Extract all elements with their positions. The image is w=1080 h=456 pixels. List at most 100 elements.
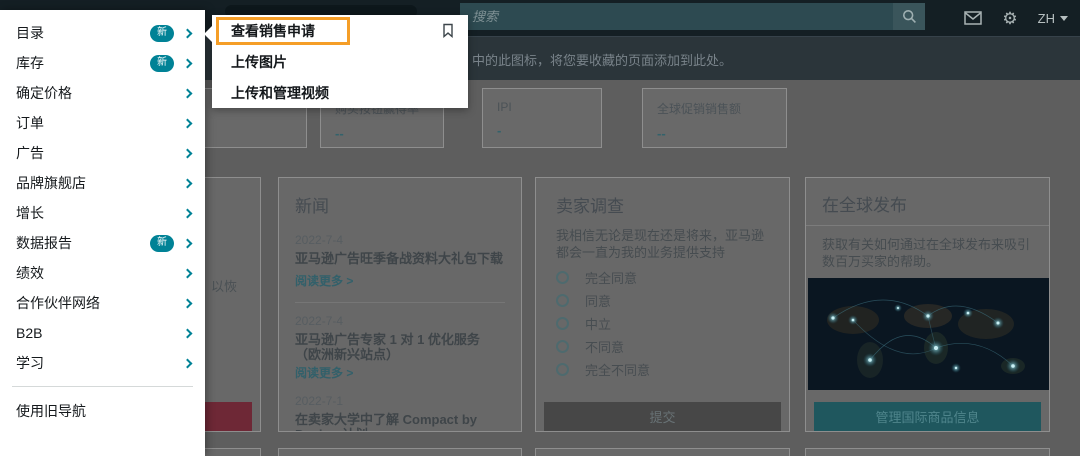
news-date: 2022-7-1 [295,394,344,408]
news-item: 2022-7-4 亚马逊广告旺季备战资料大礼包下载 阅读更多 > [295,233,505,290]
chevron-right-icon [182,58,193,68]
bookmark-banner-text: 中的此图标，将您要收藏的页面添加到此处。 [472,53,733,68]
chevron-right-icon [182,88,193,98]
submenu-item-upload-images[interactable]: 上传图片 [212,46,468,77]
sidebar-item-label: 数据报告 [16,235,72,251]
sidebar-item-label: 目录 [16,25,44,41]
sidebar-item-reports[interactable]: 数据报告 新 [0,228,205,258]
messages-button[interactable] [964,11,983,25]
bookmark-icon[interactable] [442,23,454,38]
kpi-value: -- [657,126,666,141]
search-input[interactable] [460,3,893,30]
search-box [460,3,893,30]
sidebar-item-label: 品牌旗舰店 [16,175,86,191]
chevron-right-icon [182,28,193,38]
chevron-right-icon [182,208,193,218]
global-selling-card: 在全球发布 获取有关如何通过在全球发布来吸引数百万买家的帮助。 管理国际商品信息 [805,177,1050,432]
radio-button[interactable] [556,317,569,330]
sidebar-item-label: 学习 [16,355,44,371]
radio-label[interactable]: 完全同意 [585,268,637,287]
sidebar-item-learning[interactable]: 学习 [0,348,205,378]
sidebar-item-stores[interactable]: 品牌旗舰店 [0,168,205,198]
sidebar-item-performance[interactable]: 绩效 [0,258,205,288]
radio-button[interactable] [556,294,569,307]
survey-question: 我相信无论是现在还是将来，亚马逊都会一直为我的业务提供支持 [556,228,765,260]
read-more-link[interactable]: 阅读更多 > [295,364,353,381]
sidebar-item-b2b[interactable]: B2B [0,318,205,348]
sidebar-item-pricing[interactable]: 确定价格 [0,78,205,108]
submenu-item-view-selling-applications[interactable]: 查看销售申请 [212,15,468,46]
global-selling-description: 获取有关如何通过在全球发布来吸引数百万买家的帮助。 [822,237,1031,269]
survey-option: 完全同意 [556,268,769,287]
sidebar-item-label: 合作伙伴网络 [16,295,100,311]
new-badge: 新 [150,24,174,42]
sidebar-item-advertising[interactable]: 广告 [0,138,205,168]
chevron-right-icon [182,328,193,338]
chevron-right-icon [182,268,193,278]
submenu-item-label: 上传图片 [231,53,287,70]
news-item-title: 亚马逊广告专家 1 对 1 优化服务（欧洲新兴站点） [295,332,480,362]
radio-label[interactable]: 中立 [585,314,611,333]
sidebar-item-growth[interactable]: 增长 [0,198,205,228]
radio-button[interactable] [556,363,569,376]
world-map-image [808,278,1049,390]
account-text-fragment: 以恢 [211,279,238,294]
new-badge: 新 [150,234,174,252]
kpi-card-global-promo-sales[interactable]: 全球促销销售额 -- [642,88,787,148]
news-date: 2022-7-4 [295,233,344,247]
envelope-icon [964,11,983,25]
survey-option: 同意 [556,291,769,310]
radio-button[interactable] [556,271,569,284]
sidebar-item-catalog[interactable]: 目录 新 [0,18,205,48]
card-stub [805,448,1050,456]
news-item: 2022-7-1 在卖家大学中了解 Compact by Design 计划 阅… [295,394,505,431]
submenu-item-label: 上传和管理视频 [231,84,329,101]
card-stub [278,448,522,456]
new-badge: 新 [150,54,174,72]
news-item-title: 在卖家大学中了解 Compact by Design 计划 [295,412,478,431]
gear-icon: ⚙ [1002,8,1018,28]
sidebar-item-inventory[interactable]: 库存 新 [0,48,205,78]
radio-button[interactable] [556,340,569,353]
survey-option: 不同意 [556,337,769,356]
kpi-label: IPI [497,100,512,114]
chevron-down-icon [1060,15,1068,21]
survey-option: 完全不同意 [556,360,769,379]
kpi-value: - [497,123,502,138]
survey-option: 中立 [556,314,769,333]
chevron-right-icon [182,298,193,308]
news-item-title: 亚马逊广告旺季备战资料大礼包下载 [295,251,504,266]
old-navigation-link[interactable]: 使用旧导航 [0,387,205,435]
submenu-item-upload-manage-videos[interactable]: 上传和管理视频 [212,77,468,108]
submenu-item-label: 查看销售申请 [231,22,315,39]
news-card-title: 新闻 [295,197,329,216]
sidebar-item-label: 确定价格 [16,85,72,101]
sidebar-item-orders[interactable]: 订单 [0,108,205,138]
kpi-label: 全球促销销售额 [657,102,742,116]
settings-button[interactable]: ⚙ [1002,10,1017,27]
search-button[interactable] [893,3,925,30]
chevron-right-icon [182,238,193,248]
news-date: 2022-7-4 [295,314,344,328]
chevron-right-icon [182,148,193,158]
radio-label[interactable]: 不同意 [585,337,624,356]
news-card: 新闻 2022-7-4 亚马逊广告旺季备战资料大礼包下载 阅读更多 > 2022… [278,177,522,432]
kpi-card-ipi[interactable]: IPI - [482,88,602,148]
sidebar-item-label: 库存 [16,55,44,71]
sidebar-item-partner-network[interactable]: 合作伙伴网络 [0,288,205,318]
sidebar-item-label: 绩效 [16,265,44,281]
search-icon [902,9,916,23]
submit-button[interactable]: 提交 [544,402,781,431]
seller-survey-card: 卖家调查 我相信无论是现在还是将来，亚马逊都会一直为我的业务提供支持 完全同意 … [535,177,790,432]
sidebar-item-label: B2B [16,325,43,341]
card-stub [535,448,790,456]
radio-label[interactable]: 同意 [585,291,611,310]
chevron-right-icon [182,358,193,368]
manage-international-listings-button[interactable]: 管理国际商品信息 [814,402,1041,431]
language-selector[interactable]: ZH [1038,11,1068,26]
catalog-submenu-panel: 查看销售申请 上传图片 上传和管理视频 [204,15,468,108]
radio-label[interactable]: 完全不同意 [585,360,650,379]
main-menu-panel: 目录 新 库存 新 确定价格 订单 广告 品牌旗舰店 增长 数据报告 新 绩效 … [0,10,205,456]
language-label: ZH [1037,10,1055,26]
read-more-link[interactable]: 阅读更多 > [295,272,353,289]
